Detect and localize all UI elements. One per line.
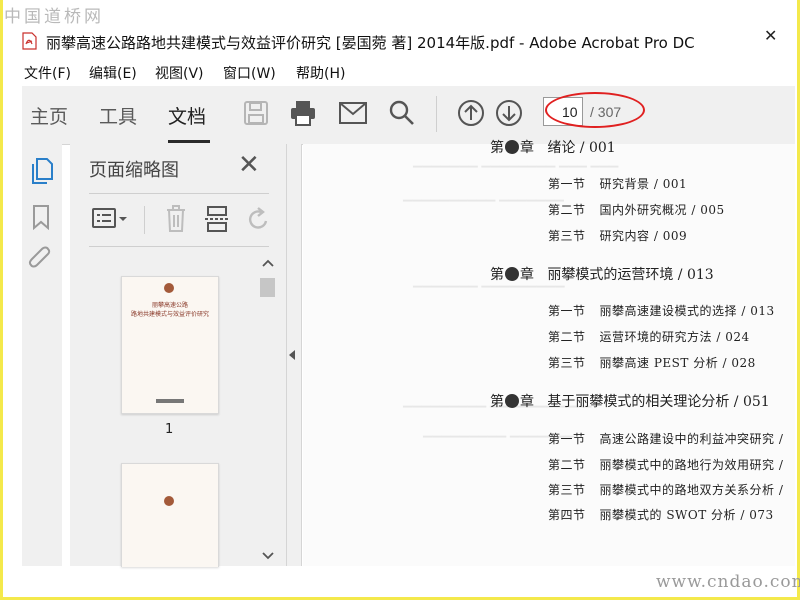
toc-chapter-1: 第章 绪论 / 001 <box>490 140 616 156</box>
rotate-page-icon[interactable] <box>246 206 272 232</box>
toc-section: 第一节 高速公路建设中的利益冲突研究 / <box>548 432 784 446</box>
cover-title-line-2: 路地共建模式与效益评价研究 <box>130 311 209 318</box>
toc-section: 第二节 丽攀模式中的路地行为效用研究 / <box>548 458 784 472</box>
red-highlight-annotation <box>545 92 645 128</box>
cover-emblem-icon-2 <box>164 496 174 506</box>
chapter-number-mark <box>505 267 519 281</box>
thumbnail-page-label: 1 <box>165 422 174 437</box>
window-title: 丽攀高速公路路地共建模式与效益评价研究 [晏国菀 著] 2014年版.pdf -… <box>46 34 695 52</box>
panel-tool-separator <box>144 206 145 234</box>
toc-section: 第一节 丽攀高速建设模式的选择 / 013 <box>548 304 775 318</box>
scroll-up-icon[interactable] <box>262 259 274 267</box>
chapter-number-mark <box>505 140 519 154</box>
bookmark-icon[interactable] <box>31 204 51 230</box>
menu-edit[interactable]: 编辑(E) <box>89 63 137 83</box>
toc-section: 第三节 丽攀模式中的路地双方关系分析 / <box>548 483 784 497</box>
toc-section: 第二节 国内外研究概况 / 005 <box>548 203 725 217</box>
tab-home[interactable]: 主页 <box>30 102 68 129</box>
active-tab-indicator <box>168 140 210 143</box>
close-icon[interactable]: ✕ <box>238 152 260 178</box>
window-close-icon[interactable]: ✕ <box>764 26 777 45</box>
acrobat-pdf-icon <box>22 32 37 50</box>
attachment-icon[interactable] <box>27 246 53 274</box>
watermark-bottom: www.cndao.com <box>656 572 800 592</box>
save-icon[interactable] <box>243 100 269 126</box>
page-thumbnails-icon[interactable] <box>29 157 55 185</box>
toc-section: 第一节 研究背景 / 001 <box>548 177 688 191</box>
toolbar-separator <box>436 96 437 132</box>
toc-section: 第四节 丽攀模式的 SWOT 分析 / 073 <box>548 508 774 522</box>
search-icon[interactable] <box>389 100 415 126</box>
toc-section: 第三节 丽攀高速 PEST 分析 / 028 <box>548 356 756 370</box>
delete-page-icon[interactable] <box>164 205 188 233</box>
toc-section: 第二节 运营环境的研究方法 / 024 <box>548 330 750 344</box>
next-page-icon[interactable] <box>495 99 523 127</box>
scroll-down-icon[interactable] <box>262 552 274 560</box>
cover-title-line-1: 丽攀高速公路 <box>151 302 188 309</box>
toc-chapter-3: 第章 基于丽攀模式的相关理论分析 / 051 <box>490 394 770 410</box>
panel-divider <box>89 193 269 194</box>
menu-file[interactable]: 文件(F) <box>24 63 71 83</box>
extract-page-icon[interactable] <box>204 205 230 233</box>
thumbnails-scrollbar[interactable] <box>259 255 276 565</box>
cover-publisher-mark <box>156 399 184 403</box>
toc-section: 第三节 研究内容 / 009 <box>548 229 688 243</box>
email-icon[interactable] <box>339 102 367 124</box>
collapse-arrow-icon[interactable] <box>289 350 295 360</box>
page-thumbnail-1[interactable]: 丽攀高速公路 路地共建模式与效益评价研究 <box>121 276 219 414</box>
print-icon[interactable] <box>289 99 317 127</box>
page-thumbnail-2[interactable] <box>121 463 219 567</box>
cover-emblem-icon <box>164 283 174 293</box>
tab-document[interactable]: 文档 <box>168 102 206 129</box>
menu-view[interactable]: 视图(V) <box>155 63 204 83</box>
chapter-number-mark <box>505 394 519 408</box>
tab-tools[interactable]: 工具 <box>99 102 137 129</box>
menu-window[interactable]: 窗口(W) <box>223 63 276 83</box>
toc-chapter-2: 第章 丽攀模式的运营环境 / 013 <box>490 267 714 283</box>
panel-divider-2 <box>89 246 269 247</box>
thumbnail-options-icon[interactable] <box>91 206 129 232</box>
thumbnails-panel-title: 页面缩略图 <box>89 160 179 181</box>
menu-help[interactable]: 帮助(H) <box>296 63 345 83</box>
previous-page-icon[interactable] <box>457 99 485 127</box>
scrollbar-thumb[interactable] <box>260 278 275 297</box>
